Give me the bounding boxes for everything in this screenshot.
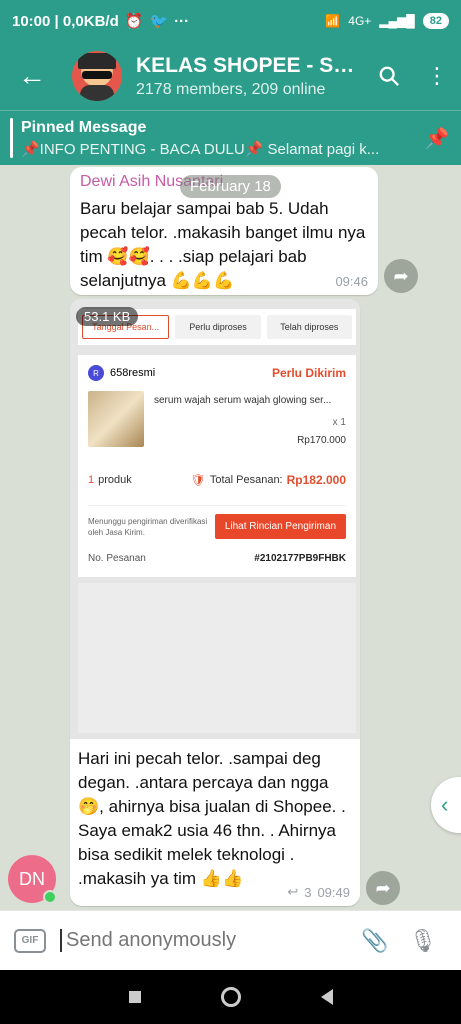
pinned-indicator	[10, 118, 13, 158]
chat-subtitle: 2178 members, 209 online	[136, 80, 326, 98]
message-caption: Hari ini pecah telor. .sampai deg degan.…	[78, 749, 346, 888]
chat-title: KELAS SHOPEE - SU...	[136, 53, 356, 77]
side-panel-handle[interactable]: ‹	[431, 777, 461, 833]
photo-attachment[interactable]: 53.1 KB Tanggal Pesan... Perlu diproses …	[70, 299, 360, 739]
share-button[interactable]: ➦	[366, 871, 400, 905]
signal-bars-icon: ▂▄▆█	[379, 14, 415, 28]
product-quantity: x 1	[332, 417, 346, 428]
shop-row: R 658resmi Perlu Dikirim	[88, 365, 346, 381]
status-icons: 📶 4G+ ▂▄▆█ 82	[325, 13, 449, 29]
message-list[interactable]: February 18 Dewi Asih Nusantari Baru bel…	[0, 165, 461, 910]
date-chip: February 18	[180, 175, 281, 198]
total-label: Total Pesanan:	[209, 474, 283, 486]
shipping-row: Menunggu pengiriman diverifikasi oleh Ja…	[88, 505, 346, 539]
recents-button[interactable]	[128, 991, 141, 1003]
search-icon	[379, 66, 399, 86]
status-time-text: 10:00 | 0,0KB/d	[12, 12, 119, 30]
message-time: 09:46	[335, 274, 368, 289]
shop-logo-icon: R	[88, 365, 104, 381]
shipping-details-button: Lihat Rincian Pengiriman	[214, 514, 346, 539]
arrow-left-icon: ←	[18, 60, 46, 91]
product-name: serum wajah serum wajah glowing ser...	[154, 395, 332, 406]
pin-list-button[interactable]: 📌	[413, 126, 461, 151]
group-avatar[interactable]	[72, 51, 122, 101]
gif-button[interactable]: GIF	[14, 928, 46, 953]
product-image	[88, 391, 144, 447]
order-number-row: No. Pesanan #2102177PB9FHBK	[88, 553, 346, 564]
wifi-icon: 📶	[325, 14, 341, 28]
order-number-label: No. Pesanan	[88, 553, 146, 564]
message-meta: ↩ 3 09:49	[287, 884, 350, 900]
message-bubble[interactable]: 53.1 KB Tanggal Pesan... Perlu diproses …	[70, 299, 360, 906]
pinned-text-block: Pinned Message 📌INFO PENTING - BACA DULU…	[21, 119, 413, 158]
attach-button[interactable]: 📎	[351, 928, 399, 954]
back-button[interactable]: ←	[0, 42, 64, 110]
more-vertical-icon: ⋮	[426, 63, 448, 88]
more-dots-icon: ···	[174, 12, 190, 30]
paperclip-icon: 📎	[361, 927, 389, 953]
message-composer: GIF 📎 🎙	[0, 910, 461, 970]
shop-name: 658resmi	[110, 367, 156, 379]
share-button[interactable]: ➦	[384, 259, 418, 293]
pinned-body: 📌INFO PENTING - BACA DULU📌 Selamat pagi …	[21, 140, 380, 158]
reply-icon[interactable]: ↩	[287, 884, 298, 900]
share-arrow-icon: ➦	[393, 265, 409, 286]
more-menu-button[interactable]: ⋮	[413, 42, 461, 110]
chat-header: ← KELAS SHOPEE - SU... 2178 members, 209…	[0, 42, 461, 110]
pin-list-icon: 📌	[424, 127, 450, 150]
product-count: 1	[88, 474, 95, 486]
screenshot-tab: Perlu diproses	[175, 315, 261, 339]
total-row: 1 produk 🛡 Total Pesanan: Rp182.000	[88, 473, 346, 487]
system-nav-bar	[0, 970, 461, 1024]
pinned-message[interactable]: Pinned Message 📌INFO PENTING - BACA DULU…	[0, 110, 461, 165]
order-card: R 658resmi Perlu Dikirim serum wajah ser…	[78, 355, 356, 577]
file-size-chip: 53.1 KB	[76, 307, 139, 326]
search-button[interactable]	[365, 42, 413, 110]
user-initials: DN	[19, 868, 45, 889]
reply-count[interactable]: 3	[304, 885, 311, 900]
product-count-label: produk	[98, 474, 132, 486]
total-amount: Rp182.000	[286, 473, 346, 487]
voice-button[interactable]: 🎙	[399, 928, 447, 954]
order-number: #2102177PB9FHBK	[254, 553, 346, 564]
home-button[interactable]	[220, 987, 241, 1007]
shipping-note: Menunggu pengiriman diverifikasi oleh Ja…	[88, 516, 208, 537]
microphone-icon: 🎙	[409, 927, 437, 953]
alarm-off-icon: ⏰	[124, 13, 144, 30]
chevron-left-icon: ‹	[441, 792, 449, 817]
user-avatar[interactable]: DN	[8, 855, 57, 904]
screenshot-blank-area	[78, 583, 356, 733]
message-text: Baru belajar sampai bab 5. Udah pecah te…	[80, 199, 366, 290]
status-bar: 10:00 | 0,0KB/d ⏰ 🐦 ··· 📶 4G+ ▂▄▆█ 82	[0, 0, 461, 42]
pinned-title: Pinned Message	[21, 118, 147, 136]
back-nav-button[interactable]	[320, 989, 333, 1005]
chat-title-block[interactable]: KELAS SHOPEE - SU... 2178 members, 209 o…	[136, 54, 365, 99]
message-input[interactable]	[60, 929, 351, 952]
product-price: Rp170.000	[297, 435, 346, 446]
share-arrow-icon: ➦	[375, 877, 391, 898]
message-time: 09:49	[317, 884, 350, 900]
screenshot-tab: Telah diproses	[266, 315, 352, 339]
order-status: Perlu Dikirim	[271, 366, 346, 380]
online-status-dot	[43, 890, 57, 904]
status-time: 10:00 | 0,0KB/d ⏰ 🐦 ···	[12, 12, 190, 31]
battery-icon: 82	[422, 13, 449, 29]
twitter-icon: 🐦	[149, 13, 169, 30]
shield-icon: 🛡	[190, 473, 206, 487]
signal-icon: 4G+	[348, 14, 372, 28]
